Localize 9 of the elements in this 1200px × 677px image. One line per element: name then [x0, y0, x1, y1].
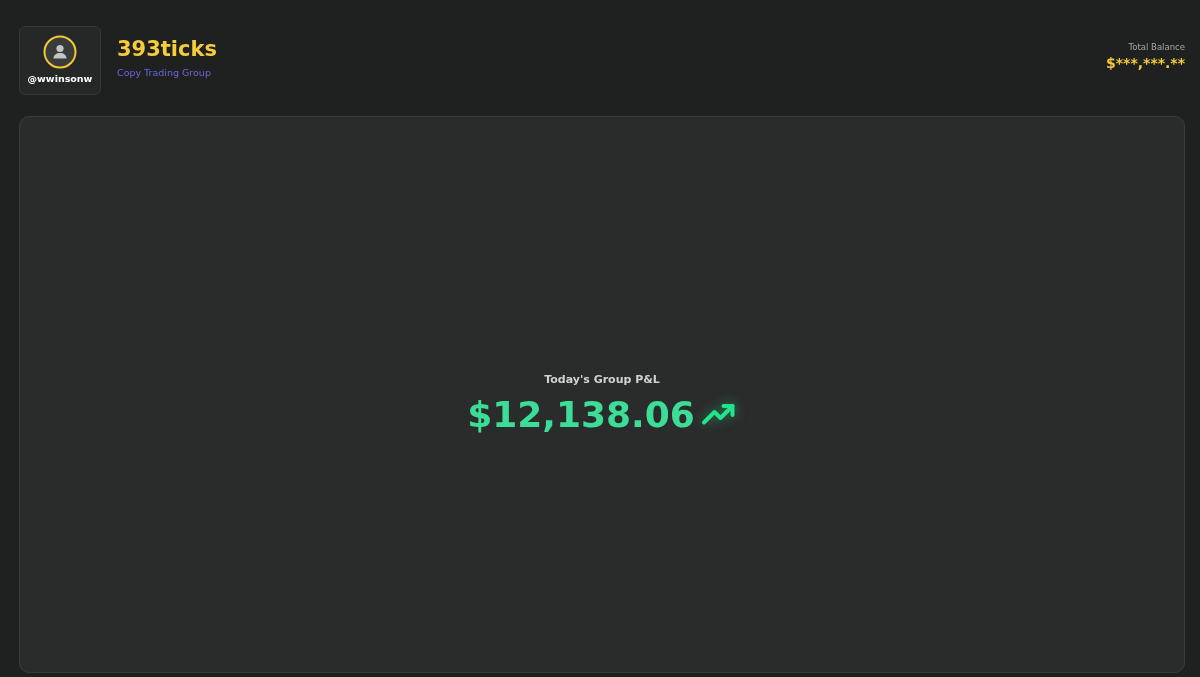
balance-value: $***,***.** [1106, 55, 1185, 70]
pnl-value: $12,138.06 [467, 397, 695, 433]
pnl-label: Today's Group P&L [544, 374, 660, 385]
group-subtitle: Copy Trading Group [117, 68, 212, 78]
username: @wwinsonw [27, 74, 93, 84]
balance-label: Total Balance [1128, 43, 1185, 52]
profile-card[interactable]: @wwinsonw [19, 26, 101, 95]
group-title: 393ticks [117, 36, 217, 63]
avatar-icon [43, 35, 77, 69]
